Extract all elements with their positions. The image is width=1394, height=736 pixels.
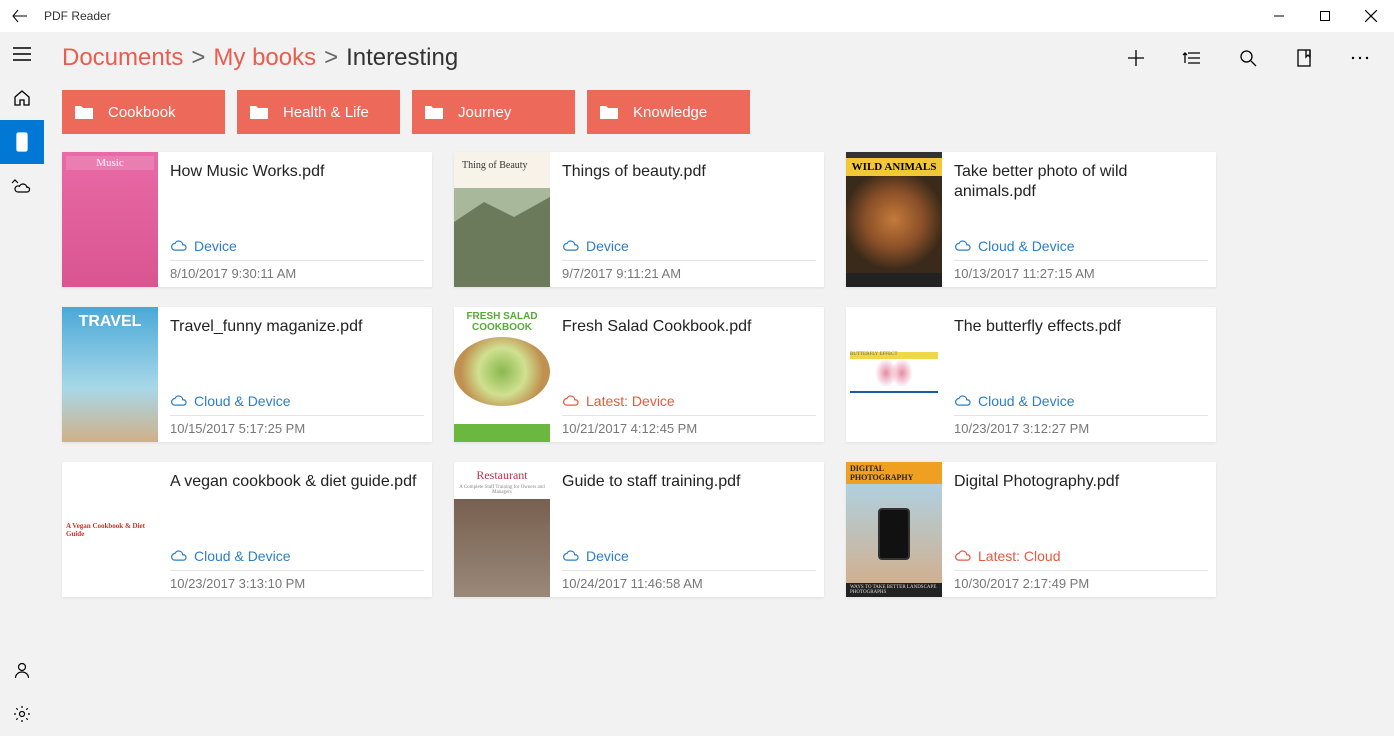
- file-thumbnail: A Vegan Cookbook & Diet Guide: [62, 462, 158, 597]
- minimize-button[interactable]: [1256, 0, 1302, 32]
- search-button[interactable]: [1224, 38, 1272, 78]
- breadcrumb-documents[interactable]: Documents: [62, 44, 183, 72]
- cloud-icon: [170, 394, 188, 408]
- file-card[interactable]: FRESH SALAD COOKBOOK Fresh Salad Cookboo…: [454, 307, 824, 442]
- cloud-icon: [170, 239, 188, 253]
- cloud-icon: [954, 394, 972, 408]
- file-date: 10/23/2017 3:13:10 PM: [170, 570, 424, 591]
- file-location: Device: [562, 548, 816, 564]
- app-title: PDF Reader: [40, 9, 111, 23]
- file-card[interactable]: Music How Music Works.pdf Device 8/10/20…: [62, 152, 432, 287]
- folder-health[interactable]: Health & Life: [237, 90, 400, 134]
- file-card[interactable]: DIGITAL PHOTOGRAPHYWAYS TO TAKE BETTER L…: [846, 462, 1216, 597]
- file-title: Digital Photography.pdf: [954, 472, 1208, 492]
- file-location: Cloud & Device: [170, 393, 424, 409]
- file-thumbnail: FRESH SALAD COOKBOOK: [454, 307, 550, 442]
- file-date: 8/10/2017 9:30:11 AM: [170, 260, 424, 281]
- cloud-icon: [562, 549, 580, 563]
- file-thumbnail: Music: [62, 152, 158, 287]
- folder-icon: [74, 103, 94, 121]
- cloud-icon: [954, 239, 972, 253]
- file-thumbnail: WILD ANIMALS: [846, 152, 942, 287]
- file-title: Things of beauty.pdf: [562, 162, 816, 182]
- title-bar: PDF Reader: [0, 0, 1394, 32]
- file-grid: Music How Music Works.pdf Device 8/10/20…: [62, 152, 1384, 597]
- file-date: 10/21/2017 4:12:45 PM: [562, 415, 816, 436]
- close-button[interactable]: [1348, 0, 1394, 32]
- file-card[interactable]: WILD ANIMALS Take better photo of wild a…: [846, 152, 1216, 287]
- file-thumbnail: BUTTERFLY EFFECT: [846, 307, 942, 442]
- file-location: Device: [170, 238, 424, 254]
- sort-button[interactable]: [1168, 38, 1216, 78]
- file-thumbnail: RestaurantA Complete Staff Training for …: [454, 462, 550, 597]
- file-location: Latest: Cloud: [954, 548, 1208, 564]
- cloud-icon: [170, 549, 188, 563]
- file-location: Cloud & Device: [954, 393, 1208, 409]
- file-title: A vegan cookbook & diet guide.pdf: [170, 472, 424, 492]
- breadcrumb-mybooks[interactable]: My books: [213, 44, 316, 72]
- folder-row: Cookbook Health & Life Journey Knowledge: [62, 90, 1384, 134]
- file-thumbnail: DIGITAL PHOTOGRAPHYWAYS TO TAKE BETTER L…: [846, 462, 942, 597]
- file-thumbnail: [454, 152, 550, 287]
- breadcrumb-current: Interesting: [346, 44, 458, 72]
- file-location: Cloud & Device: [954, 238, 1208, 254]
- file-thumbnail: TRAVEL: [62, 307, 158, 442]
- home-icon[interactable]: [0, 76, 44, 120]
- device-icon[interactable]: [0, 120, 44, 164]
- folder-journey[interactable]: Journey: [412, 90, 575, 134]
- file-date: 10/30/2017 2:17:49 PM: [954, 570, 1208, 591]
- add-button[interactable]: [1112, 38, 1160, 78]
- file-card[interactable]: BUTTERFLY EFFECT The butterfly effects.p…: [846, 307, 1216, 442]
- cloud-icon: [954, 549, 972, 563]
- folder-label: Journey: [458, 104, 511, 121]
- folder-icon: [249, 103, 269, 121]
- file-title: Fresh Salad Cookbook.pdf: [562, 317, 816, 337]
- file-location: Device: [562, 238, 816, 254]
- file-card[interactable]: Things of beauty.pdf Device 9/7/2017 9:1…: [454, 152, 824, 287]
- back-button[interactable]: [0, 0, 40, 32]
- folder-label: Cookbook: [108, 104, 176, 121]
- file-date: 10/13/2017 11:27:15 AM: [954, 260, 1208, 281]
- folder-label: Health & Life: [283, 104, 369, 121]
- file-title: Travel_funny maganize.pdf: [170, 317, 424, 337]
- folder-knowledge[interactable]: Knowledge: [587, 90, 750, 134]
- folder-icon: [599, 103, 619, 121]
- breadcrumb: Documents > My books > Interesting: [62, 44, 458, 72]
- file-card[interactable]: RestaurantA Complete Staff Training for …: [454, 462, 824, 597]
- file-date: 10/15/2017 5:17:25 PM: [170, 415, 424, 436]
- file-card[interactable]: TRAVEL Travel_funny maganize.pdf Cloud &…: [62, 307, 432, 442]
- account-icon[interactable]: [0, 648, 44, 692]
- folder-icon: [424, 103, 444, 121]
- hamburger-button[interactable]: [0, 32, 44, 76]
- sidebar: [0, 32, 44, 736]
- file-location: Cloud & Device: [170, 548, 424, 564]
- file-card[interactable]: A Vegan Cookbook & Diet Guide A vegan co…: [62, 462, 432, 597]
- cloud-sync-icon[interactable]: [0, 164, 44, 208]
- file-title: How Music Works.pdf: [170, 162, 424, 182]
- file-date: 9/7/2017 9:11:21 AM: [562, 260, 816, 281]
- file-date: 10/24/2017 11:46:58 AM: [562, 570, 816, 591]
- file-title: The butterfly effects.pdf: [954, 317, 1208, 337]
- folder-cookbook[interactable]: Cookbook: [62, 90, 225, 134]
- cloud-icon: [562, 394, 580, 408]
- file-title: Guide to staff training.pdf: [562, 472, 816, 492]
- file-date: 10/23/2017 3:12:27 PM: [954, 415, 1208, 436]
- cloud-icon: [562, 239, 580, 253]
- file-title: Take better photo of wild animals.pdf: [954, 162, 1208, 202]
- folder-label: Knowledge: [633, 104, 707, 121]
- more-button[interactable]: [1336, 38, 1384, 78]
- maximize-button[interactable]: [1302, 0, 1348, 32]
- settings-icon[interactable]: [0, 692, 44, 736]
- bookmark-button[interactable]: [1280, 38, 1328, 78]
- file-location: Latest: Device: [562, 393, 816, 409]
